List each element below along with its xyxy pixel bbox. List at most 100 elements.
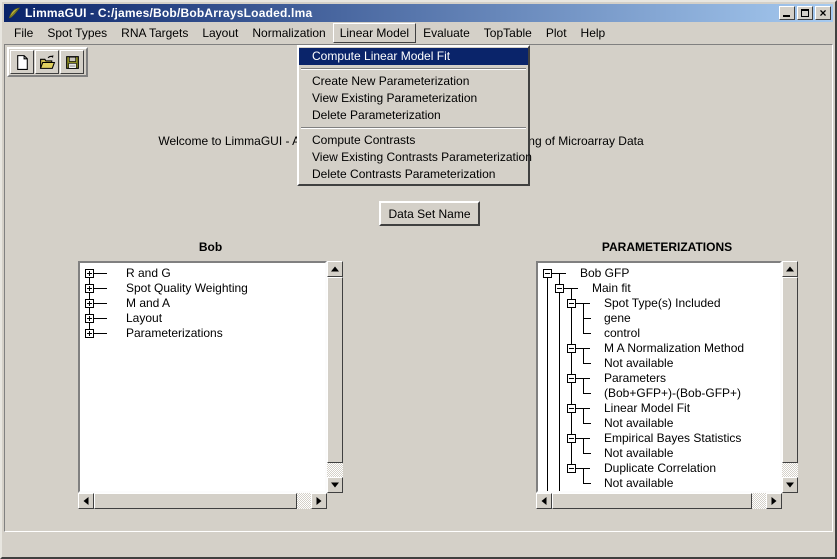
right-tree-canvas: Bob GFPMain fitSpot Type(s) Includedgene… — [536, 261, 782, 493]
right-tree-node-not-available[interactable]: Not available — [542, 476, 780, 491]
tree-connector-line — [542, 476, 554, 491]
menu-item-view-existing-contrasts-parameterization[interactable]: View Existing Contrasts Parameterization — [299, 149, 528, 166]
new-file-button[interactable] — [10, 50, 34, 74]
maximize-button[interactable] — [797, 6, 813, 20]
right-tree-node-spot-type-s-included[interactable]: Spot Type(s) Included — [542, 296, 780, 311]
tree-expand-box-icon[interactable] — [85, 299, 94, 308]
left-tree-node-m-and-a[interactable]: M and A — [84, 296, 325, 311]
tree-connector-line — [554, 401, 566, 416]
tree-collapse-box-icon[interactable] — [567, 299, 576, 308]
tree-expand-box-icon[interactable] — [85, 269, 94, 278]
tree-collapse-box-icon[interactable] — [567, 344, 576, 353]
right-tree-node-m-a-normalization-method[interactable]: M A Normalization Method — [542, 341, 780, 356]
left-tree-vscroll-thumb[interactable] — [327, 277, 343, 463]
scroll-left-arrow-icon[interactable] — [78, 493, 94, 509]
tree-connector-line — [554, 461, 566, 476]
right-tree-node-linear-model-fit[interactable]: Linear Model Fit — [542, 401, 780, 416]
tree-node-label: Not available — [604, 416, 673, 431]
right-tree-node-bob-gfp[interactable]: Bob GFP — [542, 266, 780, 281]
menu-item-delete-contrasts-parameterization[interactable]: Delete Contrasts Parameterization — [299, 166, 528, 183]
right-tree-node-parameters[interactable]: Parameters — [542, 371, 780, 386]
tree-expand-box-icon[interactable] — [85, 284, 94, 293]
tree-connector-line — [96, 296, 108, 311]
tree-connector-line — [542, 371, 554, 386]
menu-item-create-new-parameterization[interactable]: Create New Parameterization — [299, 73, 528, 90]
menubar-item-plot[interactable]: Plot — [539, 23, 574, 43]
tree-node-label: Layout — [126, 311, 162, 326]
tree-connector-line — [554, 341, 566, 356]
tree-collapse-box-icon[interactable] — [567, 374, 576, 383]
tree-expand-box-icon[interactable] — [85, 314, 94, 323]
tree-node-label: M A Normalization Method — [604, 341, 744, 356]
close-icon: × — [816, 6, 830, 20]
tree-connector-line — [542, 461, 554, 476]
scroll-left-arrow-icon[interactable] — [536, 493, 552, 509]
titlebar[interactable]: LimmaGUI - C:/james/Bob/BobArraysLoaded.… — [4, 4, 833, 22]
menu-item-delete-parameterization[interactable]: Delete Parameterization — [299, 107, 528, 124]
tree-collapse-box-icon[interactable] — [555, 284, 564, 293]
tree-collapse-box-icon[interactable] — [567, 464, 576, 473]
right-tree-node-bob-gfp-bob-gfp[interactable]: (Bob+GFP+)-(Bob-GFP+) — [542, 386, 780, 401]
left-tree-hscrollbar[interactable] — [78, 493, 327, 509]
tree-connector-line — [96, 326, 108, 341]
scrollbar-corner — [782, 493, 798, 509]
tree-node-label: Not available — [604, 476, 673, 491]
menubar-item-layout[interactable]: Layout — [195, 23, 245, 43]
menu-item-compute-linear-model-fit[interactable]: Compute Linear Model Fit — [299, 48, 528, 65]
right-tree-node-main-fit[interactable]: Main fit — [542, 281, 780, 296]
menubar-item-help[interactable]: Help — [574, 23, 613, 43]
right-tree-node-empirical-bayes-statistics[interactable]: Empirical Bayes Statistics — [542, 431, 780, 446]
left-tree-node-spot-quality-weighting[interactable]: Spot Quality Weighting — [84, 281, 325, 296]
scroll-up-arrow-icon[interactable] — [782, 261, 798, 277]
right-tree-node-not-available[interactable]: Not available — [542, 446, 780, 461]
right-tree-node-gene[interactable]: gene — [542, 311, 780, 326]
minimize-icon — [783, 15, 790, 17]
menubar-item-toptable[interactable]: TopTable — [477, 23, 539, 43]
tree-connector-line — [96, 266, 108, 281]
right-tree-hscrollbar[interactable] — [536, 493, 782, 509]
minimize-button[interactable] — [779, 6, 795, 20]
menubar-item-linear-model[interactable]: Linear Model — [333, 23, 416, 43]
left-tree-hscroll-thumb[interactable] — [94, 493, 297, 509]
menubar-item-rna-targets[interactable]: RNA Targets — [114, 23, 195, 43]
menubar-item-file[interactable]: File — [7, 23, 40, 43]
menubar-item-spot-types[interactable]: Spot Types — [40, 23, 114, 43]
right-tree-vscrollbar[interactable] — [782, 261, 798, 493]
menu-item-view-existing-parameterization[interactable]: View Existing Parameterization — [299, 90, 528, 107]
menubar-item-evaluate[interactable]: Evaluate — [416, 23, 477, 43]
tree-connector-line — [554, 266, 566, 281]
tree-node-label: Duplicate Correlation — [604, 461, 716, 476]
scroll-right-arrow-icon[interactable] — [311, 493, 327, 509]
scrollbar-corner — [327, 493, 343, 509]
left-tree-node-layout[interactable]: Layout — [84, 311, 325, 326]
tree-collapse-box-icon[interactable] — [567, 404, 576, 413]
tree-connector-line — [578, 401, 590, 416]
right-tree-vscroll-thumb[interactable] — [782, 277, 798, 463]
right-tree-node-not-available[interactable]: Not available — [542, 416, 780, 431]
data-set-name-button[interactable]: Data Set Name — [379, 201, 480, 226]
tree-connector-line — [554, 446, 566, 461]
right-tree-node-not-available[interactable]: Not available — [542, 356, 780, 371]
save-file-button[interactable] — [60, 50, 84, 74]
scroll-up-arrow-icon[interactable] — [327, 261, 343, 277]
menu-item-compute-contrasts[interactable]: Compute Contrasts — [299, 132, 528, 149]
close-button[interactable]: × — [815, 6, 831, 20]
scroll-down-arrow-icon[interactable] — [782, 477, 798, 493]
open-file-button[interactable] — [35, 50, 59, 74]
left-tree-node-parameterizations[interactable]: Parameterizations — [84, 326, 325, 341]
tree-connector-line — [554, 356, 566, 371]
right-tree-node-control[interactable]: control — [542, 326, 780, 341]
tree-connector-line — [578, 341, 590, 356]
tree-node-label: Parameterizations — [126, 326, 223, 341]
scroll-down-arrow-icon[interactable] — [327, 477, 343, 493]
scroll-right-arrow-icon[interactable] — [766, 493, 782, 509]
tree-collapse-box-icon[interactable] — [567, 434, 576, 443]
tree-expand-box-icon[interactable] — [85, 329, 94, 338]
menubar-item-normalization[interactable]: Normalization — [245, 23, 332, 43]
left-tree-node-r-and-g[interactable]: R and G — [84, 266, 325, 281]
right-tree-hscroll-thumb[interactable] — [552, 493, 752, 509]
tree-connector-line — [566, 356, 578, 371]
right-tree-node-duplicate-correlation[interactable]: Duplicate Correlation — [542, 461, 780, 476]
left-tree-vscrollbar[interactable] — [327, 261, 343, 493]
tree-collapse-box-icon[interactable] — [543, 269, 552, 278]
